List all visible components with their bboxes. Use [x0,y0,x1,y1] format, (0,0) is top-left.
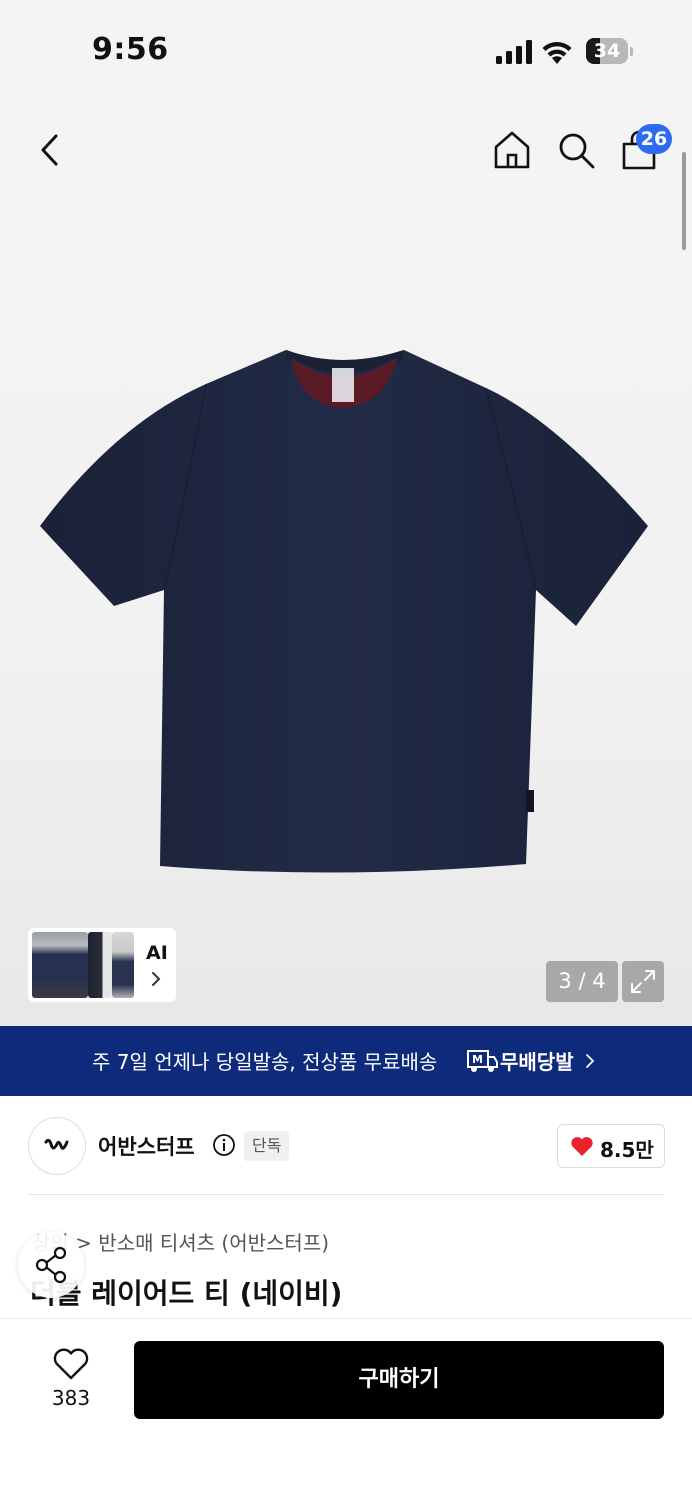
info-icon[interactable] [212,1133,236,1157]
delivery-truck-icon: M [467,1050,498,1072]
wishlist-count: 383 [51,1386,91,1410]
breadcrumb-category[interactable]: 반소매 티셔츠 (어반스터프) [98,1231,329,1255]
chevron-right-icon [586,1054,595,1068]
wishlist-button[interactable]: 383 [40,1344,102,1414]
heart-filled-icon [571,1137,593,1156]
search-button[interactable] [554,128,598,172]
brand-like-button[interactable]: 8.5만 [557,1124,665,1168]
signal-icon [496,40,532,64]
image-page-counter: 3 / 4 [546,961,618,1002]
brand-name[interactable]: 어반스터프 [98,1131,195,1161]
ai-label: AI [146,942,168,964]
cart-count-badge: 26 [636,124,672,154]
brand-like-count: 8.5만 [600,1138,654,1162]
thumbnail-2 [88,932,112,998]
shipping-promo-banner[interactable]: 주 7일 언제나 당일발송, 전상품 무료배송 M 무배당발 [0,1026,692,1096]
brand-logo[interactable] [28,1117,86,1175]
chevron-right-icon [152,972,161,986]
thumbnail-1 [32,932,88,998]
banner-text: 주 7일 언제나 당일발송, 전상품 무료배송 [92,1050,438,1074]
battery-level: 34 [593,40,621,62]
ai-recommendation-card[interactable]: AI [28,928,176,1002]
buy-button[interactable]: 구매하기 [134,1341,664,1419]
thumbnail-3 [112,932,134,998]
home-button[interactable] [490,128,534,172]
heart-outline-icon [53,1348,89,1380]
brand-logo-mark [44,1138,69,1150]
share-icon [35,1246,67,1284]
battery-icon: 34 [586,38,634,64]
svg-text:M: M [472,1053,483,1066]
banner-logo-text: 무배당발 [500,1050,574,1074]
status-time: 9:56 [92,32,169,67]
divider [28,1194,664,1195]
exclusive-badge: 단독 [244,1131,290,1161]
wifi-icon [542,41,572,64]
back-button[interactable] [34,130,68,170]
scroll-indicator [682,152,686,250]
share-button[interactable] [18,1232,84,1298]
fullscreen-button[interactable] [622,961,664,1002]
product-image[interactable] [36,344,656,884]
